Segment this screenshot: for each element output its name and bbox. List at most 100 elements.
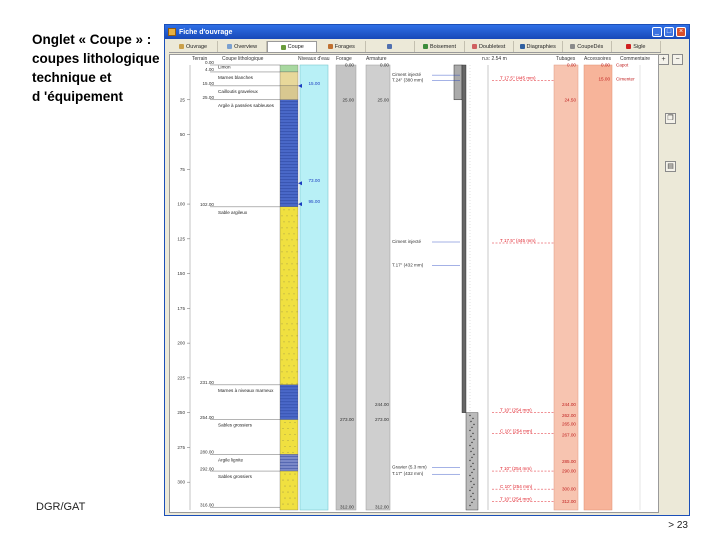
litho-dot — [291, 311, 293, 313]
litho-dot — [293, 245, 295, 247]
terrain-depth-label: 231.00 — [200, 380, 214, 385]
gravel-dot — [471, 501, 473, 504]
gravel-dot — [470, 480, 472, 483]
litho-dot — [291, 383, 293, 385]
litho-dot — [281, 287, 283, 289]
tab-diagraphies[interactable]: Diagraphies — [514, 41, 563, 52]
tab-item-4[interactable] — [366, 41, 416, 52]
litho-dot — [286, 347, 288, 349]
litho-label: Marnes à niveaux marneux — [218, 388, 274, 393]
litho-dot — [296, 239, 298, 241]
litho-dot — [286, 299, 288, 301]
caption-line: coupes lithologique — [32, 51, 160, 66]
drill-icon — [327, 44, 333, 49]
litho-dot — [293, 293, 295, 295]
litho-dot — [288, 233, 290, 235]
depth-tick-label: 250 — [177, 410, 185, 415]
section-icon — [570, 44, 576, 49]
litho-dot — [286, 359, 288, 361]
depth-tick-label: 25 — [180, 97, 186, 102]
tab-coupedés[interactable]: CoupeDés — [563, 41, 612, 52]
tab-overview[interactable]: Overview — [218, 41, 268, 52]
tubage-dimension-label: T 10" (254 mm) — [500, 408, 532, 413]
gravel-dot — [470, 420, 472, 423]
litho-layer — [279, 384, 299, 420]
gravel-dot — [472, 432, 474, 435]
gravel-dot — [469, 414, 471, 417]
forage-column — [335, 64, 357, 511]
litho-dot — [296, 359, 298, 361]
window-title: Fiche d'ouvrage — [179, 28, 233, 36]
litho-dot — [286, 239, 288, 241]
gravel-dot — [470, 495, 472, 498]
gravel-dot — [469, 474, 471, 477]
tab-ouvrage[interactable]: Ouvrage — [169, 41, 219, 52]
litho-layer — [279, 64, 299, 73]
footer-org: DGR/GAT — [36, 501, 86, 513]
gravel-dot — [471, 426, 473, 429]
litho-dot — [293, 281, 295, 283]
litho-dot — [281, 359, 283, 361]
litho-dot — [294, 422, 296, 424]
terrain-depth-label: 25.00 — [203, 95, 215, 100]
app-window: Fiche d'ouvrage _ □ × Ouvrage Overview Cou… — [164, 24, 690, 516]
litho-label: Marnes blanches — [218, 75, 254, 80]
accessoires-column — [583, 64, 613, 511]
maximize-icon[interactable]: □ — [664, 27, 674, 37]
chart-icon — [471, 44, 477, 49]
tab-coupe[interactable]: Coupe — [267, 41, 318, 52]
gravel-dot — [473, 438, 475, 441]
litho-dot — [288, 257, 290, 259]
litho-dot — [289, 446, 291, 448]
litho-dot — [289, 422, 291, 424]
litho-dot — [291, 335, 293, 337]
litho-dot — [296, 215, 298, 217]
gravel-dot — [469, 504, 471, 507]
armature-depth-label: 0.00 — [380, 63, 389, 68]
litho-dot — [291, 371, 293, 373]
zoom-in-icon[interactable]: + — [658, 54, 669, 65]
depth-tick-label: 75 — [180, 167, 186, 172]
tubage-dimension-label: T 10" (254 mm) — [500, 497, 532, 502]
tab-sigle[interactable]: Sigle — [612, 41, 661, 52]
depth-tick-label: 175 — [177, 306, 185, 311]
coupe-panel[interactable]: Terrain Coupe lithologique Niveaux d'eau… — [169, 54, 659, 513]
caption-line: technique et — [32, 70, 112, 85]
litho-dot — [292, 479, 294, 481]
print-icon[interactable]: ▤ — [665, 161, 676, 172]
litho-dot — [292, 452, 294, 454]
litho-dot — [286, 227, 288, 229]
tab-boisement[interactable]: Boisement — [415, 41, 465, 52]
tab-forages[interactable]: Forages — [317, 41, 367, 52]
tubage-depth-label: 290.00 — [562, 469, 576, 474]
forage-depth-label: 0.00 — [345, 63, 354, 68]
equipment-annotation: T.17" (432 mm) — [392, 471, 424, 476]
side-toolbar: + − ❐ ▤ — [657, 53, 685, 203]
litho-dot — [286, 311, 288, 313]
window-titlebar[interactable]: Fiche d'ouvrage _ □ × — [165, 25, 689, 39]
litho-dot — [296, 311, 298, 313]
forage-depth-label: 273.00 — [340, 417, 354, 422]
litho-dot — [284, 497, 286, 499]
close-icon[interactable]: × — [676, 27, 686, 37]
litho-dot — [291, 239, 293, 241]
depth-tick-label: 100 — [177, 202, 185, 207]
minimize-icon[interactable]: _ — [652, 27, 662, 37]
litho-dot — [284, 434, 286, 436]
litho-dot — [286, 275, 288, 277]
litho-dot — [287, 491, 289, 493]
litho-dot — [288, 305, 290, 307]
litho-dot — [288, 365, 290, 367]
copy-icon[interactable]: ❐ — [665, 113, 676, 124]
litho-dot — [288, 209, 290, 211]
litho-dot — [293, 269, 295, 271]
depth-tick-label: 150 — [177, 271, 185, 276]
equipment-annotation: Ciment injecté — [392, 72, 422, 77]
litho-dot — [292, 440, 294, 442]
tab-doubletest[interactable]: Doubletest — [465, 41, 514, 52]
gravel-dot — [473, 483, 475, 486]
zoom-out-icon[interactable]: − — [672, 54, 683, 65]
litho-dot — [284, 485, 286, 487]
tubage-depth-label: 265.00 — [562, 421, 576, 426]
tubage-dimension-label: T 10" (254 mm) — [500, 466, 532, 471]
